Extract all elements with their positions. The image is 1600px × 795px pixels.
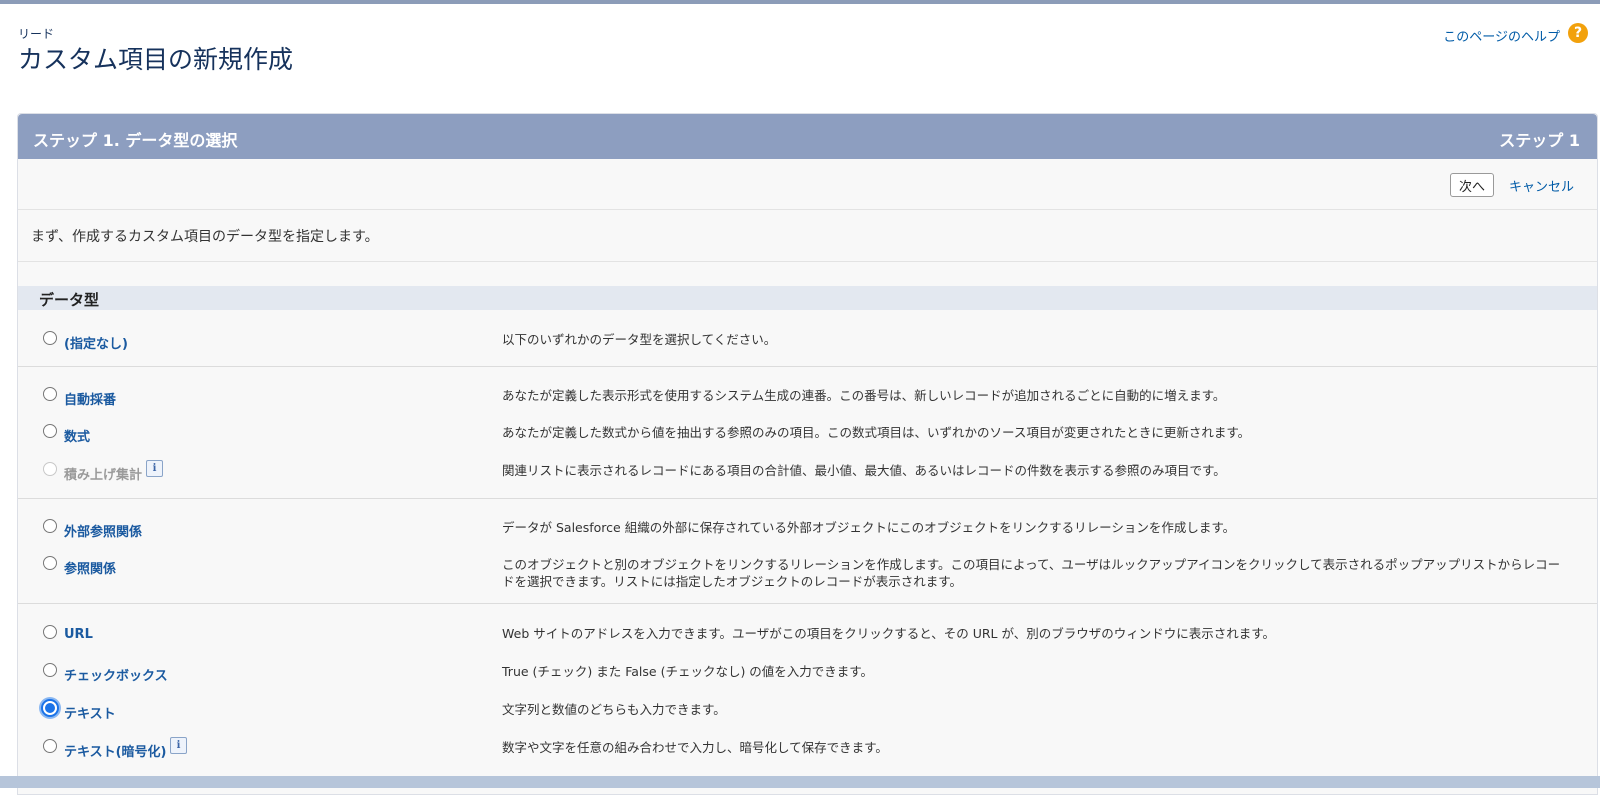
divider — [18, 261, 1597, 262]
option-label-encrypted-text[interactable]: テキスト(暗号化) — [64, 741, 167, 760]
group-divider — [18, 603, 1597, 604]
radio-encrypted-text[interactable] — [43, 739, 57, 753]
option-desc-encrypted-text: 数字や文字を任意の組み合わせで入力し、暗号化して保存できます。 — [502, 740, 888, 755]
option-label-formula[interactable]: 数式 — [64, 426, 90, 445]
panel-title: ステップ 1. データ型の選択 — [33, 131, 238, 150]
option-desc-formula: あなたが定義した数式から値を抽出する参照のみの項目。この数式項目は、いずれかのソ… — [502, 425, 1251, 440]
option-label-url[interactable]: URL — [64, 627, 93, 642]
option-label-lookup[interactable]: 参照関係 — [64, 558, 116, 577]
panel-header: ステップ 1. データ型の選択 ステップ 1 — [18, 114, 1597, 159]
data-type-option-url: URL Web サイトのアドレスを入力できます。ユーザがこの項目をクリックすると… — [18, 625, 1597, 655]
bottom-strip — [0, 776, 1600, 788]
option-label-text[interactable]: テキスト — [64, 703, 116, 722]
panel-step-indicator: ステップ 1 — [1499, 131, 1580, 150]
option-label-external-lookup[interactable]: 外部参照関係 — [64, 521, 142, 540]
option-label-autonumber[interactable]: 自動採番 — [64, 389, 116, 408]
option-desc-none: 以下のいずれかのデータ型を選択してください。 — [502, 332, 777, 347]
cancel-link[interactable]: キャンセル — [1509, 176, 1574, 195]
radio-external-lookup[interactable] — [43, 519, 57, 533]
option-label-checkbox[interactable]: チェックボックス — [64, 665, 168, 684]
option-desc-lookup: このオブジェクトと別のオブジェクトをリンクするリレーションを作成します。この項目… — [502, 557, 1561, 589]
radio-checkbox[interactable] — [43, 663, 57, 677]
option-desc-text: 文字列と数値のどちらも入力できます。 — [502, 702, 726, 717]
button-row: 次へ キャンセル — [18, 159, 1597, 210]
group-divider — [18, 498, 1597, 499]
radio-text[interactable] — [41, 699, 59, 717]
radio-autonumber[interactable] — [43, 387, 57, 401]
radio-url[interactable] — [43, 625, 57, 639]
info-icon[interactable]: i — [170, 737, 187, 754]
data-type-option-text: テキスト 文字列と数値のどちらも入力できます。 — [18, 699, 1597, 731]
option-desc-external-lookup: データが Salesforce 組織の外部に保存されている外部オブジェクトにこの… — [502, 520, 1236, 535]
radio-formula[interactable] — [43, 424, 57, 438]
top-strip — [0, 0, 1600, 4]
intro-text: まず、作成するカスタム項目のデータ型を指定します。 — [31, 229, 379, 245]
option-label-none[interactable]: (指定なし) — [64, 333, 128, 352]
radio-none[interactable] — [43, 331, 57, 345]
radio-lookup[interactable] — [43, 556, 57, 570]
help-link[interactable]: このページのヘルプ — [1443, 26, 1560, 45]
data-type-option-none: (指定なし) 以下のいずれかのデータ型を選択してください。 — [18, 331, 1597, 361]
page-title: カスタム項目の新規作成 — [18, 45, 294, 74]
radio-rollup — [43, 462, 57, 476]
help-icon[interactable]: ? — [1568, 23, 1588, 43]
data-type-option-rollup: 積み上げ集計 i 関連リストに表示されるレコードにある項目の合計値、最小値、最大… — [18, 460, 1597, 492]
step-panel: ステップ 1. データ型の選択 ステップ 1 次へ キャンセル まず、作成するカ… — [17, 113, 1598, 795]
option-desc-autonumber: あなたが定義した表示形式を使用するシステム生成の連番。この番号は、新しいレコード… — [502, 388, 1226, 403]
data-type-option-autonumber: 自動採番 あなたが定義した表示形式を使用するシステム生成の連番。この番号は、新し… — [18, 387, 1597, 417]
next-button[interactable]: 次へ — [1450, 173, 1494, 197]
option-desc-url: Web サイトのアドレスを入力できます。ユーザがこの項目をクリックすると、その … — [502, 626, 1275, 641]
option-desc-rollup: 関連リストに表示されるレコードにある項目の合計値、最小値、最大値、あるいはレコー… — [502, 463, 1226, 478]
data-type-option-lookup: 参照関係 このオブジェクトと別のオブジェクトをリンクするリレーションを作成します… — [18, 556, 1597, 589]
data-type-option-encrypted-text: テキスト(暗号化) i 数字や文字を任意の組み合わせで入力し、暗号化して保存でき… — [18, 737, 1597, 769]
section-header: データ型 — [18, 286, 1597, 310]
data-type-option-external-lookup: 外部参照関係 データが Salesforce 組織の外部に保存されている外部オブ… — [18, 519, 1597, 549]
info-icon[interactable]: i — [146, 460, 163, 477]
option-label-rollup: 積み上げ集計 — [64, 468, 143, 483]
option-desc-checkbox: True (チェック) また False (チェックなし) の値を入力できます。 — [502, 664, 874, 679]
data-type-option-formula: 数式 あなたが定義した数式から値を抽出する参照のみの項目。この数式項目は、いずれ… — [18, 424, 1597, 454]
section-label: データ型 — [39, 291, 100, 309]
data-type-option-checkbox: チェックボックス True (チェック) また False (チェックなし) の… — [18, 663, 1597, 693]
group-divider — [18, 366, 1597, 367]
